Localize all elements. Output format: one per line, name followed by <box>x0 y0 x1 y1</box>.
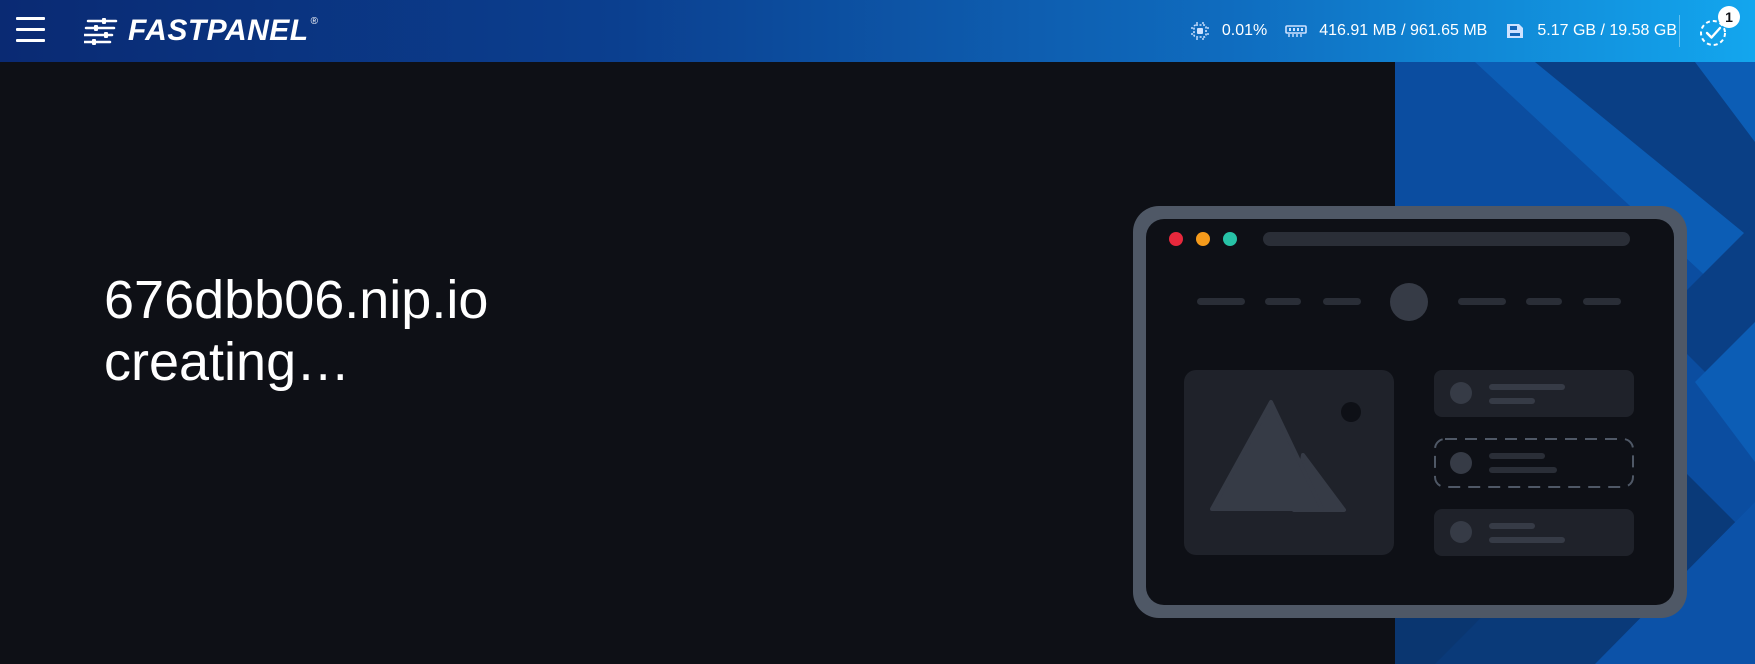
hamburger-menu-button[interactable] <box>16 17 46 43</box>
memory-icon <box>1285 25 1308 37</box>
browser-illustration <box>1133 206 1687 618</box>
cpu-stat: 0.01% <box>1190 21 1267 41</box>
logo-registered-mark: ® <box>310 15 318 27</box>
disk-usage-value: 5.17 GB / 19.58 GB <box>1537 22 1677 39</box>
disk-stat: 5.17 GB / 19.58 GB <box>1505 22 1677 40</box>
hero-section: 676dbb06.nip.io creating… <box>0 62 1755 664</box>
window-dot-orange <box>1196 232 1210 246</box>
window-dot-red <box>1169 232 1183 246</box>
memory-usage-value: 416.91 MB / 961.65 MB <box>1319 22 1488 39</box>
sliders-icon <box>84 18 118 45</box>
cpu-icon <box>1190 22 1209 40</box>
resource-stats: 0.01% 416.91 MB / 961.65 MB 5.17 GB / 19… <box>1170 0 1677 62</box>
creation-status: creating… <box>104 332 351 392</box>
top-bar: FASTPANEL ® 0.01% 416.91 MB / 961.65 MB … <box>0 0 1755 62</box>
fastpanel-logo[interactable]: FASTPANEL ® <box>84 13 318 49</box>
domain-name: 676dbb06.nip.io <box>104 270 489 330</box>
disk-icon <box>1507 24 1524 38</box>
memory-stat: 416.91 MB / 961.65 MB <box>1285 22 1487 40</box>
window-dot-teal <box>1223 232 1237 246</box>
cpu-usage-value: 0.01% <box>1221 22 1268 39</box>
header-divider <box>1679 15 1680 47</box>
logo-text: FASTPANEL <box>128 14 309 47</box>
site-creation-message: 676dbb06.nip.io creating… <box>104 269 488 393</box>
tasks-count-badge[interactable]: 1 <box>1718 6 1740 28</box>
